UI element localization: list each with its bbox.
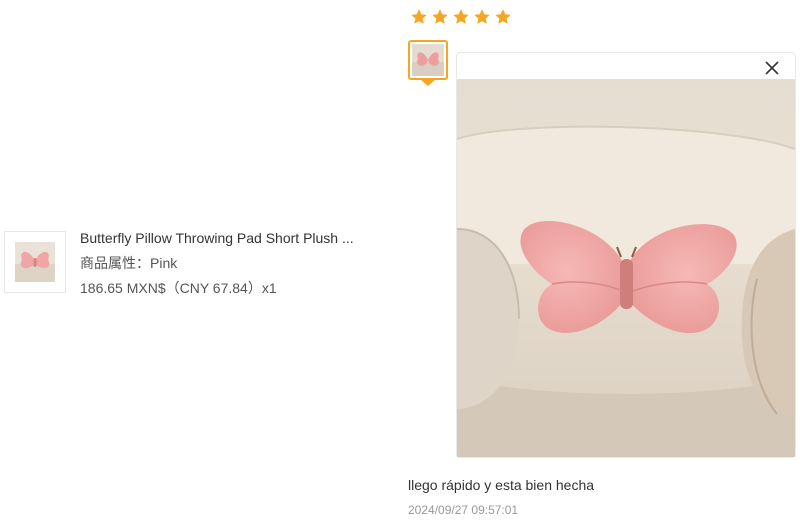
product-thumbnail[interactable]	[4, 231, 66, 293]
star-icon	[411, 9, 427, 24]
thumbnail-pointer	[421, 80, 435, 86]
review-photo-thumbnail[interactable]	[408, 40, 448, 80]
star-icon	[453, 9, 469, 24]
rating-stars	[411, 9, 511, 25]
review-photo-image	[457, 79, 795, 457]
star-icon	[495, 9, 511, 24]
review-photo	[457, 79, 795, 457]
star-icon	[474, 9, 490, 24]
close-icon	[765, 61, 779, 75]
review-text: llego rápido y esta bien hecha	[408, 477, 595, 493]
product-attribute: 商品属性：Pink	[80, 255, 178, 271]
product-price: 186.65 MXN$（CNY 67.84）x1	[80, 280, 277, 296]
close-button[interactable]	[763, 59, 781, 77]
photo-preview-panel	[456, 52, 796, 458]
star-icon	[432, 9, 448, 24]
product-image	[15, 242, 55, 282]
review-photo-thumbnail-image	[412, 44, 444, 76]
product-title[interactable]: Butterfly Pillow Throwing Pad Short Plus…	[80, 229, 354, 247]
review-date: 2024/09/27 09:57:01	[408, 503, 519, 517]
